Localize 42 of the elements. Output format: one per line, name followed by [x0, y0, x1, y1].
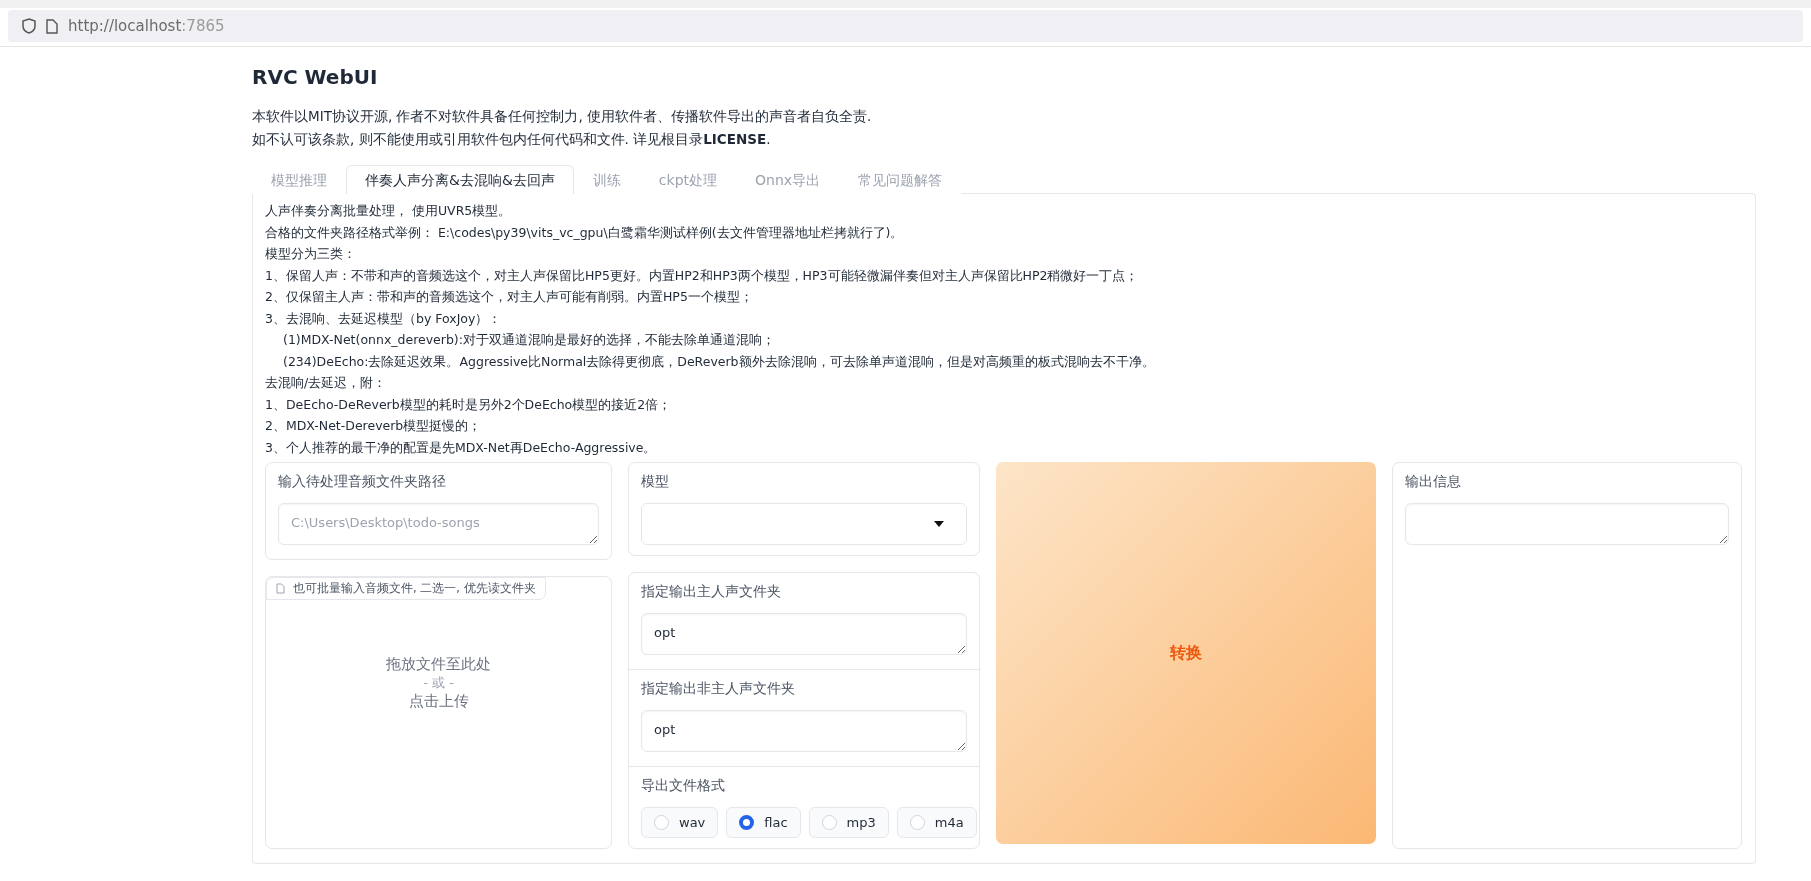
instruction-line: 模型分为三类： [265, 245, 357, 263]
field-label: 指定输出非主人声文件夹 [641, 680, 796, 698]
model-dropdown[interactable] [641, 503, 967, 545]
instruction-line: (1)MDX-Net(onnx_dereverb):对于双通道混响是最好的选择，不能去除单通道混响； [282, 331, 776, 349]
instruction-line: 去混响/去延迟，附： [265, 374, 388, 392]
format-radio[interactable]: mp3 [808, 807, 889, 838]
app-title: RVC WebUI [252, 65, 379, 89]
instruction-line: 1、DeEcho-DeReverb模型的耗时是另外2个DeEcho模型的接近2倍； [265, 395, 673, 414]
field-label: 模型 [641, 473, 670, 491]
license-notice: 本软件以MIT协议开源, 作者不对软件具备任何控制力, 使用软件者、传播软件导出的声音者自负全责. [252, 107, 873, 126]
field-label: 导出文件格式 [641, 777, 726, 795]
format-radio[interactable]: m4a [896, 807, 977, 838]
input-field[interactable]: opt [641, 710, 967, 752]
instruction-line: 3、去混响、去延迟模型（by FoxJoy）： [265, 309, 503, 328]
field-label: 输入待处理音频文件夹路径 [278, 473, 447, 491]
tab[interactable]: 伴奏人声分离&去混响&去回声 [346, 165, 574, 194]
or-text: - 或 - [423, 673, 454, 692]
shield-icon [22, 18, 36, 34]
output-field[interactable] [1405, 503, 1729, 545]
format-radio[interactable]: flac [726, 807, 801, 838]
instruction-line: 2、仅保留主人声：带和声的音频选这个，对主人声可能有削弱。内置HP5一个模型； [265, 288, 754, 306]
file-icon [276, 583, 285, 594]
instruction-line: (234)DeEcho:去除延迟效果。Aggressive比Normal去除得更彻底，DeReverb额外去除混响，可去除单声道混响，但是对高频重的板式混响去不干净。 [282, 352, 1156, 371]
input-field[interactable]: C:\Users\Desktop\todo-songs [278, 503, 599, 545]
address-bar[interactable]: http://localhost:7865 [8, 10, 1803, 42]
upload-dropzone[interactable]: 也可批量输入音频文件, 二选一, 优先读文件夹 拖放文件至此处 - 或 - 点击上传 [265, 576, 612, 849]
input-field[interactable]: opt [641, 613, 967, 655]
page-icon [46, 18, 58, 34]
instruction-line: 合格的文件夹路径格式举例： E:\codes\py39\vits_vc_gpu\白鹭霜华测试样例(去文件管理器地址栏拷就行了)。 [265, 223, 905, 242]
url-text: http://localhost:7865 [68, 17, 225, 35]
instruction-line: 3、个人推荐的最干净的配置是先MDX-Net再DeEcho-Aggressive。 [265, 438, 658, 457]
instruction-line: 1、保留人声：不带和声的音频选这个，对主人声保留比HP5更好。内置HP2和HP3两个模型，HP3可能轻微漏伴奏但对主人声保留比HP2稍微好一丁点； [265, 266, 1140, 285]
license-notice: 如不认可该条款, 则不能使用或引用软件包内任何代码和文件. 详见根目录LICENSE. [252, 130, 772, 149]
click-upload-text: 点击上传 [408, 691, 469, 711]
upload-label: 也可批量输入音频文件, 二选一, 优先读文件夹 [266, 577, 546, 600]
drop-text: 拖放文件至此处 [386, 654, 491, 674]
format-radio[interactable]: wav [641, 807, 719, 838]
field-label: 输出信息 [1405, 473, 1462, 491]
field-label: 指定输出主人声文件夹 [641, 583, 782, 601]
instruction-line: 2、MDX-Net-Dereverb模型挺慢的； [265, 417, 483, 435]
caret-icon [934, 521, 944, 527]
instruction-line: 人声伴奏分离批量处理， 使用UVR5模型。 [265, 202, 513, 220]
